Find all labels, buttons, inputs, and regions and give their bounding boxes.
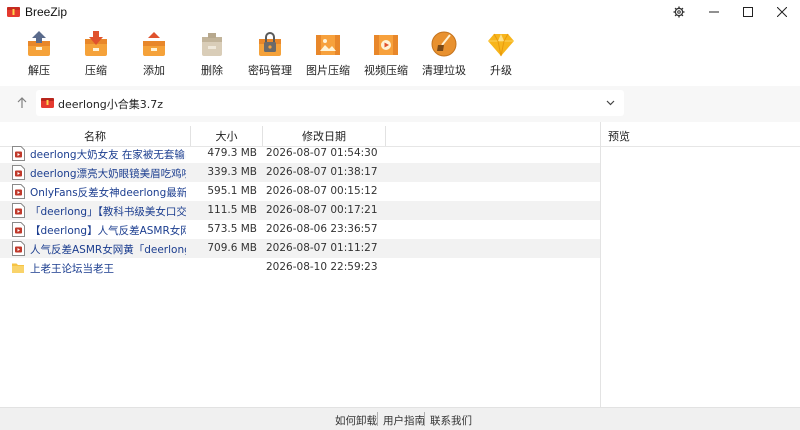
breezip-logo-icon — [7, 7, 20, 17]
column-divider[interactable] — [385, 126, 386, 146]
delete-button[interactable]: 删除 — [182, 27, 242, 83]
file-name: 人气反差ASMR女网黄「deerlong」OF付费 — [30, 244, 186, 256]
column-header-size[interactable]: 大小 — [191, 126, 262, 146]
table-row[interactable]: deerlong大奶女友 在家被无套输出 内射 479.3 MB 2026-08… — [0, 144, 600, 163]
password-lock-icon — [259, 32, 281, 56]
file-size: 111.5 MB — [207, 204, 257, 216]
video-file-icon — [12, 241, 25, 256]
video-file-icon — [12, 146, 25, 161]
compress-label: 压缩 — [85, 64, 107, 77]
password-manager-button[interactable]: 密码管理 — [240, 27, 300, 83]
delete-label: 删除 — [201, 64, 223, 77]
close-icon — [777, 7, 787, 17]
column-header-name[interactable]: 名称 — [0, 126, 190, 146]
broom-clean-icon — [431, 31, 457, 57]
archive-path: deerlong小合集3.7z — [58, 98, 164, 111]
file-name: deerlong大奶女友 在家被无套输出 内射 — [30, 149, 186, 161]
file-name: deerlong漂亮大奶眼镜美眉吃鸡啪啪在浴 — [30, 168, 186, 180]
table-row[interactable]: 「deerlong」【教科书级美女口交教学】 111.5 MB 2026-08-… — [0, 201, 600, 220]
folder-icon — [12, 263, 24, 273]
table-row[interactable]: 上老王论坛当老王 2026-08-10 22:59:23 — [0, 258, 600, 277]
file-name: 「deerlong」【教科书级美女口交教学】 — [30, 206, 186, 218]
file-date: 2026-08-07 01:11:27 — [266, 242, 378, 254]
table-row[interactable]: 人气反差ASMR女网黄「deerlong」OF付费 709.6 MB 2026-… — [0, 239, 600, 258]
extract-button[interactable]: 解压 — [9, 27, 69, 83]
clean-junk-button[interactable]: 清理垃圾 — [414, 27, 474, 83]
file-size: 573.5 MB — [207, 223, 257, 235]
maximize-button[interactable] — [731, 0, 765, 24]
title-bar: BreeZip — [0, 0, 800, 24]
up-level-button[interactable] — [13, 94, 31, 112]
file-date: 2026-08-07 01:54:30 — [266, 147, 378, 159]
preview-title: 预览 — [608, 130, 630, 143]
chevron-down-icon — [606, 100, 615, 106]
maximize-icon — [743, 7, 753, 17]
file-list: 名称 大小 修改日期 deerlong大奶女友 在家被无套输出 内射 479.3… — [0, 122, 600, 407]
upgrade-label: 升级 — [490, 64, 512, 77]
table-row[interactable]: 【deerlong】人气反差ASMR女网黄 裸聊 573.5 MB 2026-0… — [0, 220, 600, 239]
uninstall-help-link[interactable]: 如何卸载 — [335, 413, 377, 428]
image-compress-button[interactable]: 图片压缩 — [298, 27, 358, 83]
column-header-date[interactable]: 修改日期 — [263, 126, 385, 146]
video-file-icon — [12, 165, 25, 180]
video-compress-button[interactable]: 视频压缩 — [356, 27, 416, 83]
contact-us-link[interactable]: 联系我们 — [430, 413, 472, 428]
toolbar: 解压 压缩 添加 删除 密码管理 图片压缩 视频压缩 清理垃圾 升级 — [0, 24, 800, 86]
add-button[interactable]: 添加 — [124, 27, 184, 83]
file-date: 2026-08-07 01:38:17 — [266, 166, 378, 178]
upgrade-button[interactable]: 升级 — [471, 27, 531, 83]
file-name: 上老王论坛当老王 — [30, 263, 114, 275]
file-date: 2026-08-07 00:17:21 — [266, 204, 378, 216]
file-date: 2026-08-07 00:15:12 — [266, 185, 378, 197]
add-box-icon — [143, 32, 165, 56]
compress-box-icon — [85, 31, 107, 56]
delete-box-icon — [202, 33, 222, 56]
file-size: 709.6 MB — [207, 242, 257, 254]
footer-divider — [424, 412, 425, 426]
file-date: 2026-08-06 23:36:57 — [266, 223, 378, 235]
footer-divider — [377, 412, 378, 426]
add-label: 添加 — [143, 64, 165, 77]
settings-button[interactable] — [662, 0, 696, 24]
file-name: 【deerlong】人气反差ASMR女网黄 裸聊 — [30, 225, 186, 237]
table-row[interactable]: deerlong漂亮大奶眼镜美眉吃鸡啪啪在浴 339.3 MB 2026-08-… — [0, 163, 600, 182]
preview-divider — [601, 146, 800, 147]
app-title: BreeZip — [25, 5, 68, 19]
address-bar-area: deerlong小合集3.7z — [0, 86, 800, 122]
minimize-button[interactable] — [697, 0, 731, 24]
file-size: 339.3 MB — [207, 166, 257, 178]
gear-icon — [673, 6, 685, 18]
password-manager-label: 密码管理 — [248, 64, 292, 77]
clean-junk-label: 清理垃圾 — [422, 64, 466, 77]
file-size: 479.3 MB — [207, 147, 257, 159]
7z-archive-icon — [41, 98, 54, 108]
extract-label: 解压 — [28, 64, 50, 77]
table-row[interactable]: OnlyFans反差女神deerlong最新视频流出 595.1 MB 2026… — [0, 182, 600, 201]
diamond-icon — [488, 33, 514, 57]
video-compress-label: 视频压缩 — [364, 64, 408, 77]
video-file-icon — [12, 184, 25, 199]
video-compress-icon — [374, 35, 398, 55]
user-guide-link[interactable]: 用户指南 — [383, 413, 425, 428]
file-size: 595.1 MB — [207, 185, 257, 197]
file-date: 2026-08-10 22:59:23 — [266, 261, 378, 273]
close-button[interactable] — [765, 0, 799, 24]
compress-button[interactable]: 压缩 — [66, 27, 126, 83]
path-dropdown[interactable]: deerlong小合集3.7z — [36, 90, 624, 116]
arrow-up-icon — [17, 97, 27, 108]
file-name: OnlyFans反差女神deerlong最新视频流出 — [30, 187, 186, 199]
image-compress-icon — [316, 35, 340, 55]
minimize-icon — [709, 11, 719, 13]
video-file-icon — [12, 203, 25, 218]
extract-box-icon — [28, 31, 50, 56]
image-compress-label: 图片压缩 — [306, 64, 350, 77]
status-footer: 如何卸载 用户指南 联系我们 — [0, 407, 800, 430]
video-file-icon — [12, 222, 25, 237]
preview-pane: 预览 — [600, 122, 800, 407]
